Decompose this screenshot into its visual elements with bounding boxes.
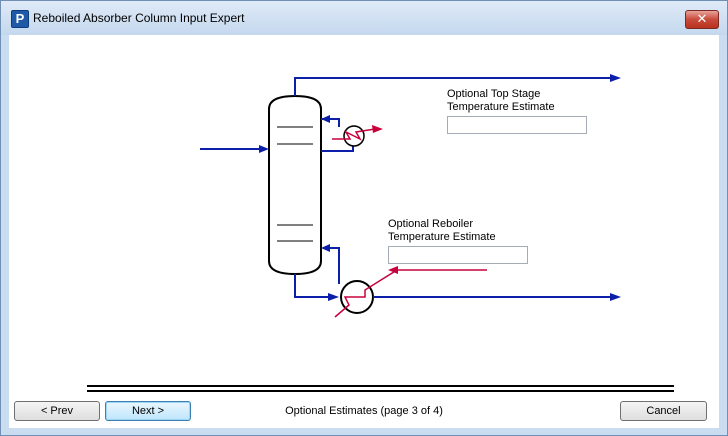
- feed-arrow: [259, 145, 269, 153]
- top-stage-temp-label: Optional Top Stage Temperature Estimate: [447, 88, 555, 113]
- title-bar[interactable]: P Reboiled Absorber Column Input Expert …: [1, 1, 727, 35]
- window-title: Reboiled Absorber Column Input Expert: [33, 11, 245, 25]
- cancel-button[interactable]: Cancel: [620, 401, 707, 421]
- bottoms-draw-arrow: [328, 293, 339, 301]
- bottoms-draw: [294, 274, 331, 298]
- footer-divider: [87, 390, 674, 392]
- dialog-content: Optional Top Stage Temperature Estimate …: [9, 35, 719, 428]
- app-icon: P: [11, 10, 29, 28]
- overhead-arrow: [610, 74, 621, 82]
- column-vessel: [268, 94, 322, 276]
- reboiler-temp-label: Optional Reboiler Temperature Estimate: [388, 218, 496, 243]
- reboiler-temp-input[interactable]: [388, 246, 528, 264]
- close-button[interactable]: ✕: [685, 10, 719, 29]
- footer-divider: [87, 385, 674, 387]
- column-diagram: [200, 74, 621, 318]
- reboiler-return-arrow: [321, 244, 330, 252]
- top-pumparound-arrow: [321, 115, 330, 123]
- top-stage-temp-input[interactable]: [447, 116, 587, 134]
- bottoms-product-arrow: [610, 293, 621, 301]
- dialog-window: P Reboiled Absorber Column Input Expert …: [0, 0, 728, 436]
- page-status: Optional Estimates (page 3 of 4): [285, 405, 443, 417]
- top-coil-arrow: [372, 125, 383, 133]
- reboiler-vapor-return: [327, 247, 340, 284]
